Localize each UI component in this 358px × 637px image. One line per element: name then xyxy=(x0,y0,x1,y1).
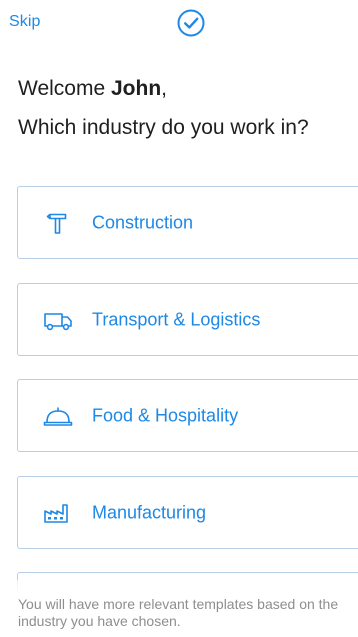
factory-icon xyxy=(40,498,76,528)
industry-option-transport-logistics[interactable]: Transport & Logistics xyxy=(17,283,358,356)
industry-label: Construction xyxy=(92,212,194,232)
industry-question: Which industry do you work in? xyxy=(18,116,309,139)
user-name: John xyxy=(110,77,162,100)
industry-label: Manufacturing xyxy=(92,502,207,522)
cloche-icon xyxy=(40,401,76,431)
industry-option-manufacturing[interactable]: Manufacturing xyxy=(17,476,358,549)
welcome-text: Welcome John, xyxy=(18,76,167,102)
check-circle-icon xyxy=(177,9,205,37)
industry-option-construction[interactable]: Construction xyxy=(17,186,358,259)
industry-label: Food & Hospitality xyxy=(92,405,239,425)
hammer-icon xyxy=(40,208,76,238)
industry-selection-screen: Skip Welcome John, Which industry do you… xyxy=(0,0,358,637)
skip-button[interactable]: Skip xyxy=(9,13,41,31)
truck-icon xyxy=(40,305,76,335)
industry-label: Transport & Logistics xyxy=(92,309,261,329)
templates-note: You will have more relevant templates ba… xyxy=(18,596,339,629)
welcome-suffix: , xyxy=(161,77,167,100)
welcome-prefix: Welcome xyxy=(18,77,111,100)
industry-option-food-hospitality[interactable]: Food & Hospitality xyxy=(17,379,358,452)
